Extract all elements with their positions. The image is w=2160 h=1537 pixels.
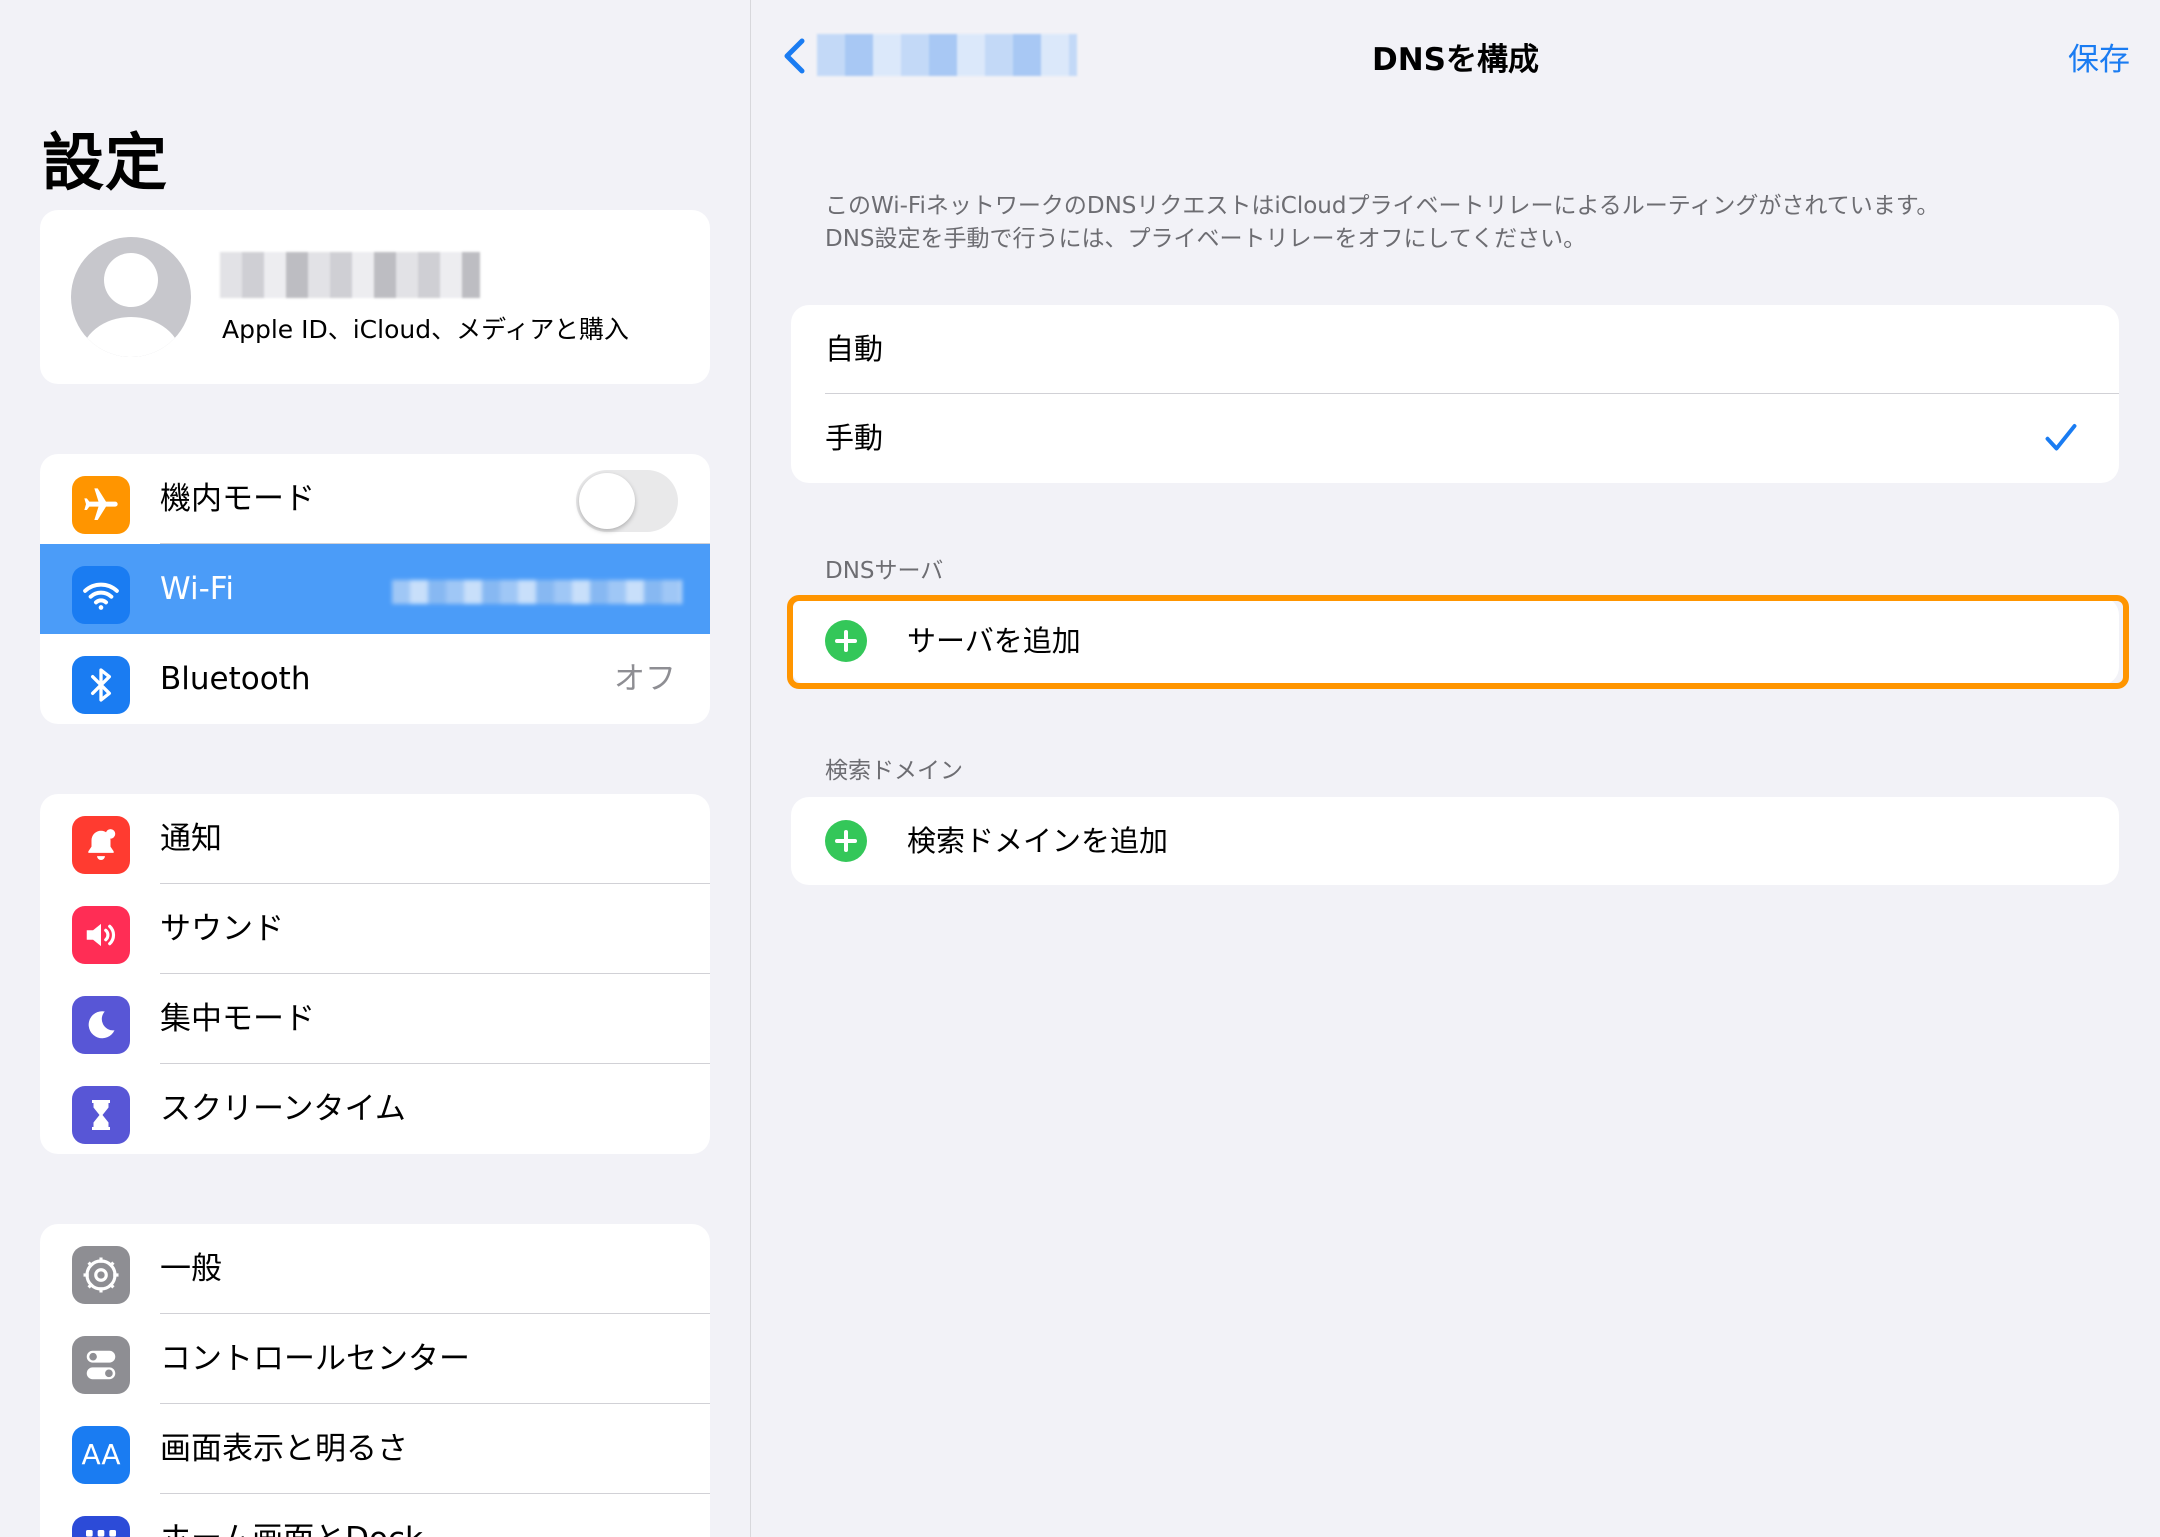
- add-server-label: サーバを追加: [907, 624, 1081, 658]
- bluetooth-icon: [72, 656, 130, 714]
- sidebar-item-notifications[interactable]: 通知: [40, 794, 710, 884]
- sidebar-item-airplane-mode[interactable]: 機内モード: [40, 454, 710, 544]
- airplane-icon: [72, 476, 130, 534]
- checkmark-icon: [2045, 424, 2077, 451]
- switches-icon: [72, 1336, 130, 1394]
- general-group: 一般 コントロールセンター AA 画面表示と明るさ: [40, 1224, 710, 1537]
- sidebar-item-label: Bluetooth: [160, 661, 311, 697]
- add-circle-icon: [825, 820, 867, 862]
- sidebar-item-bluetooth[interactable]: Bluetooth オフ: [40, 634, 710, 724]
- sidebar-item-label: 一般: [160, 1251, 222, 1287]
- gear-icon: [72, 1246, 130, 1304]
- dns-mode-label: 自動: [825, 332, 884, 366]
- bluetooth-status: オフ: [614, 661, 676, 697]
- avatar: [71, 237, 191, 357]
- sidebar-item-label: 機内モード: [160, 481, 315, 517]
- sidebar-item-display-brightness[interactable]: AA 画面表示と明るさ: [40, 1404, 710, 1494]
- connectivity-group: 機内モード Wi-Fi Bluetooth オフ: [40, 454, 710, 724]
- home-grid-icon: [72, 1516, 130, 1537]
- dns-mode-group: 自動 手動: [791, 305, 2119, 483]
- add-server-button[interactable]: サーバを追加: [791, 597, 2119, 685]
- notifications-group: 通知 サウンド 集中モード スクリーンタイム: [40, 794, 710, 1154]
- profile-name-redacted: [220, 252, 480, 298]
- sidebar-title: 設定: [42, 126, 169, 199]
- profile-subtitle: Apple ID、iCloud、メディアと購入: [222, 315, 629, 344]
- bell-icon: [72, 816, 130, 874]
- sidebar-item-sounds[interactable]: サウンド: [40, 884, 710, 974]
- dns-servers-header: DNSサーバ: [825, 558, 944, 584]
- save-button[interactable]: 保存: [2068, 34, 2130, 79]
- dns-config-pane: DNSを構成 保存 このWi-FiネットワークのDNSリクエストはiCloudプ…: [751, 0, 2160, 1537]
- sidebar-item-screen-time[interactable]: スクリーンタイム: [40, 1064, 710, 1154]
- airplane-mode-toggle[interactable]: [576, 470, 678, 532]
- add-search-domain-label: 検索ドメインを追加: [907, 824, 1169, 858]
- sidebar-item-label: ホーム画面とDock: [160, 1494, 423, 1537]
- dns-mode-label: 手動: [825, 421, 884, 455]
- sidebar-item-label: スクリーンタイム: [160, 1091, 406, 1127]
- speaker-icon: [72, 906, 130, 964]
- wifi-icon: [72, 566, 130, 624]
- sidebar-item-focus[interactable]: 集中モード: [40, 974, 710, 1064]
- sidebar-item-general[interactable]: 一般: [40, 1224, 710, 1314]
- settings-sidebar: 設定 Apple ID、iCloud、メディアと購入 機内モード Wi-Fi B…: [0, 0, 751, 1537]
- dns-mode-manual[interactable]: 手動: [791, 394, 2119, 483]
- add-search-domain-button[interactable]: 検索ドメインを追加: [791, 797, 2119, 885]
- sidebar-item-wifi[interactable]: Wi-Fi: [40, 544, 710, 634]
- add-circle-icon: [825, 620, 867, 662]
- sidebar-item-label: 集中モード: [160, 1001, 315, 1037]
- sidebar-item-home-screen-dock[interactable]: ホーム画面とDock: [40, 1494, 710, 1537]
- sidebar-item-label: Wi-Fi: [160, 571, 234, 607]
- notice-line: このWi-FiネットワークのDNSリクエストはiCloudプライベートリレーによ…: [825, 193, 1940, 219]
- private-relay-notice: このWi-FiネットワークのDNSリクエストはiCloudプライベートリレーによ…: [825, 190, 2065, 256]
- sidebar-item-label: 画面表示と明るさ: [160, 1431, 408, 1467]
- text-size-icon: AA: [72, 1426, 130, 1484]
- wifi-network-name-redacted: [392, 580, 682, 604]
- sidebar-item-label: サウンド: [160, 911, 284, 947]
- sidebar-item-label: コントロールセンター: [160, 1341, 470, 1377]
- search-domains-header: 検索ドメイン: [825, 758, 963, 784]
- notice-line: DNS設定を手動で行うには、プライベートリレーをオフにしてください。: [825, 226, 1587, 252]
- moon-icon: [72, 996, 130, 1054]
- page-title: DNSを構成: [1371, 42, 1539, 78]
- dns-mode-automatic[interactable]: 自動: [791, 305, 2119, 394]
- sidebar-item-label: 通知: [160, 821, 222, 857]
- apple-id-profile-card[interactable]: Apple ID、iCloud、メディアと購入: [40, 210, 710, 384]
- hourglass-icon: [72, 1086, 130, 1144]
- sidebar-item-control-center[interactable]: コントロールセンター: [40, 1314, 710, 1404]
